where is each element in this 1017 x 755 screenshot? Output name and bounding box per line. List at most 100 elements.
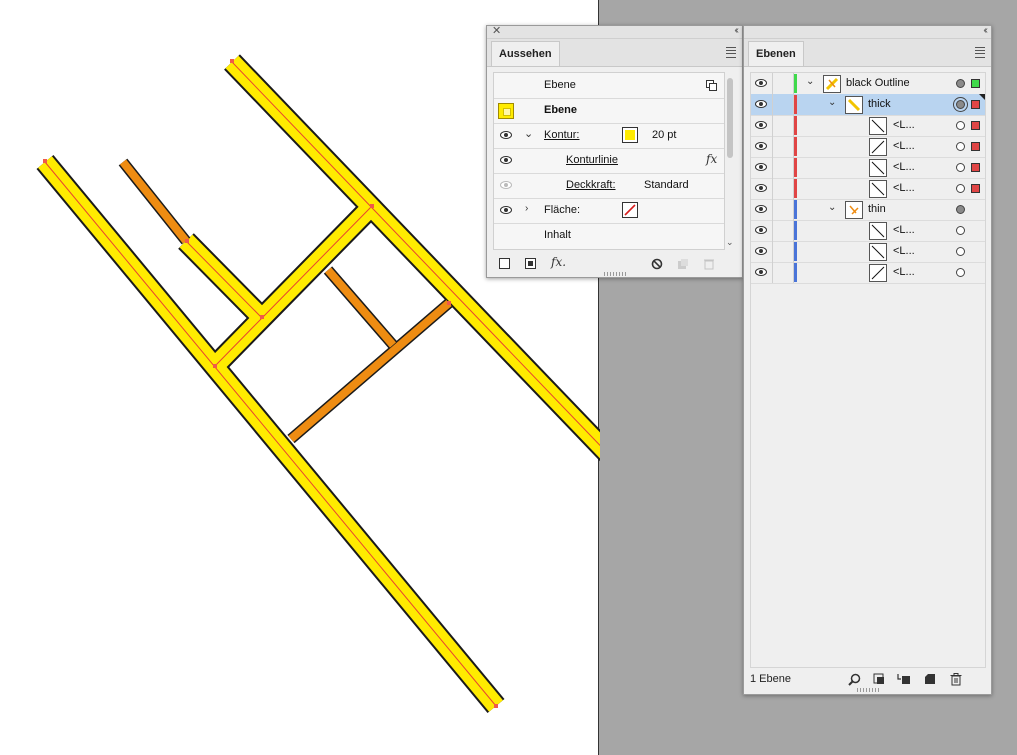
appearance-header-row[interactable]: Ebene [494, 73, 724, 99]
new-fill-icon[interactable] [525, 258, 536, 269]
fx-icon[interactable]: fx [706, 152, 717, 166]
layer-name[interactable]: black Outline [846, 77, 910, 89]
scroll-thumb[interactable] [727, 78, 733, 158]
stroke-label[interactable]: Kontur: [544, 129, 579, 141]
target-icon[interactable] [956, 163, 965, 172]
eye-icon[interactable] [755, 79, 767, 87]
eye-icon[interactable] [755, 205, 767, 213]
target-icon[interactable] [956, 226, 965, 235]
resize-grip[interactable] [603, 272, 626, 276]
target-icon[interactable] [956, 205, 965, 214]
path-row[interactable]: <L... [751, 220, 985, 242]
target-icon[interactable] [956, 121, 965, 130]
panel-menu-icon[interactable] [975, 47, 985, 58]
layer-name[interactable]: <L... [893, 119, 915, 131]
layer-row-thick[interactable]: ⌄ thick [751, 94, 985, 116]
path-row[interactable]: <L... [751, 178, 985, 200]
path-row[interactable]: <L... [751, 241, 985, 263]
selection-indicator[interactable] [971, 184, 980, 193]
opacity-row[interactable]: Deckkraft: Standard [494, 173, 724, 199]
column-divider [772, 241, 773, 262]
layer-row-black-outline[interactable]: ⌄ black Outline [751, 73, 985, 95]
path-thumbnail [869, 180, 887, 198]
target-icon[interactable] [956, 142, 965, 151]
target-icon[interactable] [956, 79, 965, 88]
layer-name[interactable]: thick [868, 98, 891, 110]
chevron-down-icon[interactable]: ⌄ [828, 97, 836, 108]
layer-row-thin[interactable]: ⌄ thin [751, 199, 985, 221]
appearance-target-row[interactable]: Ebene [494, 98, 724, 124]
collapse-icon[interactable]: ‹‹ [983, 25, 987, 37]
new-layer-icon[interactable] [924, 673, 936, 685]
clear-appearance-icon[interactable] [651, 258, 663, 270]
selection-indicator[interactable] [971, 100, 980, 109]
new-stroke-icon[interactable] [499, 258, 510, 269]
eye-icon[interactable] [500, 181, 512, 189]
eye-icon[interactable] [755, 268, 767, 276]
chevron-right-icon[interactable]: › [525, 203, 528, 214]
duplicate-icon[interactable] [677, 258, 689, 270]
path-row[interactable]: <L... [751, 157, 985, 179]
target-icon[interactable] [956, 268, 965, 277]
layer-name[interactable]: <L... [893, 224, 915, 236]
eye-icon[interactable] [755, 100, 767, 108]
stroke-color-swatch[interactable] [622, 127, 638, 143]
stroke-row[interactable]: ⌄ Kontur: 20 pt [494, 123, 724, 149]
chevron-down-icon[interactable]: ⌄ [806, 76, 814, 87]
eye-icon[interactable] [500, 131, 512, 139]
tab-appearance[interactable]: Aussehen [491, 41, 560, 66]
chevron-down-icon[interactable]: ⌄ [828, 202, 836, 213]
new-sublayer-icon[interactable] [897, 673, 911, 685]
search-icon[interactable] [848, 673, 861, 686]
eye-icon[interactable] [755, 142, 767, 150]
trash-icon[interactable] [703, 258, 715, 270]
chevron-down-icon[interactable]: ⌄ [524, 127, 533, 140]
selection-indicator[interactable] [971, 163, 980, 172]
panel-title-bar[interactable]: ✕ ‹‹ [487, 25, 742, 39]
collapse-icon[interactable]: ‹‹ [734, 25, 738, 37]
layer-name[interactable]: <L... [893, 161, 915, 173]
tab-layers[interactable]: Ebenen [748, 41, 804, 66]
eye-icon[interactable] [755, 184, 767, 192]
close-icon[interactable]: ✕ [492, 25, 501, 37]
path-row[interactable]: <L... [751, 262, 985, 284]
target-icon[interactable] [956, 247, 965, 256]
fx-icon[interactable]: fx. [551, 256, 566, 268]
layer-name[interactable]: <L... [893, 140, 915, 152]
fill-row[interactable]: › Fläche: [494, 198, 724, 224]
layer-name[interactable]: <L... [893, 266, 915, 278]
opacity-label[interactable]: Deckkraft: [566, 179, 616, 191]
trash-icon[interactable] [950, 673, 962, 686]
stroke-weight[interactable]: 20 pt [652, 129, 676, 141]
layer-name[interactable]: <L... [893, 245, 915, 257]
eye-icon[interactable] [755, 247, 767, 255]
target-icon[interactable] [956, 184, 965, 193]
stroke-line-label[interactable]: Konturlinie [566, 154, 618, 166]
eye-icon[interactable] [755, 226, 767, 234]
eye-icon[interactable] [500, 156, 512, 164]
panel-title-bar[interactable]: ‹‹ [744, 25, 991, 39]
eye-icon[interactable] [755, 163, 767, 171]
resize-grip[interactable] [856, 688, 879, 692]
layer-target-icon[interactable] [706, 80, 717, 91]
selection-indicator[interactable] [971, 79, 980, 88]
content-row[interactable]: Inhalt [494, 223, 724, 248]
path-row[interactable]: <L... [751, 115, 985, 137]
target-icon[interactable] [956, 100, 965, 109]
panel-menu-icon[interactable] [726, 47, 736, 58]
stroke-line-row[interactable]: Konturlinie fx [494, 148, 724, 174]
fill-label[interactable]: Fläche: [544, 204, 580, 216]
eye-icon[interactable] [755, 121, 767, 129]
column-divider [772, 157, 773, 178]
layers-list: ⌄ black Outline ⌄ thick <L... <L... <L..… [750, 72, 986, 668]
selection-indicator[interactable] [971, 121, 980, 130]
layer-name[interactable]: thin [868, 203, 886, 215]
clipping-mask-icon[interactable] [873, 673, 885, 685]
appearance-scrollbar[interactable]: ⌄ [726, 72, 734, 248]
layer-name[interactable]: <L... [893, 182, 915, 194]
selection-indicator[interactable] [971, 142, 980, 151]
fill-none-swatch[interactable] [622, 202, 638, 218]
eye-icon[interactable] [500, 206, 512, 214]
scroll-down-icon[interactable]: ⌄ [726, 237, 734, 248]
path-row[interactable]: <L... [751, 136, 985, 158]
